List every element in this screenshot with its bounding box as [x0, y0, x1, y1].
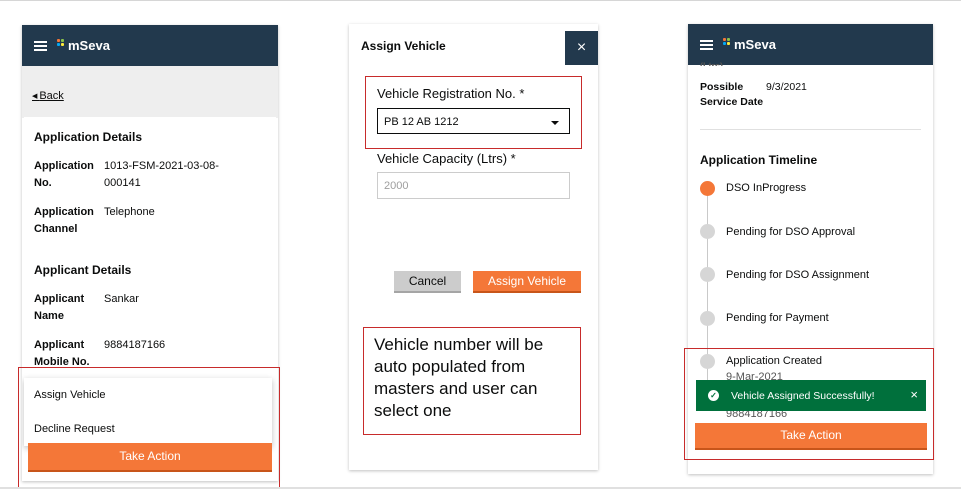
possible-service-date-value: 9/3/2021 [766, 81, 807, 93]
mseva-logo-icon [57, 39, 66, 48]
annotation-note: Vehicle number will be auto populated fr… [363, 327, 581, 435]
applicant-details-title: Applicant Details [34, 263, 132, 277]
app-logo-text: mSeva [734, 37, 776, 52]
hamburger-menu-icon[interactable] [34, 40, 47, 51]
highlight-success-toast [684, 348, 934, 460]
application-details-title: Application Details [34, 130, 143, 144]
applicant-mobile-value: 9884187166 [104, 339, 166, 351]
top-border [0, 0, 961, 1]
truncated-text: (Ltrs) [700, 61, 723, 66]
application-channel-value: Telephone [104, 206, 155, 218]
timeline-dot [700, 224, 715, 239]
assign-vehicle-button[interactable]: Assign Vehicle [473, 271, 581, 293]
timeline-dot [700, 267, 715, 282]
applicant-name-label: Applicant Name [34, 293, 85, 322]
highlight-vehicle-reg [365, 76, 582, 149]
vehicle-capacity-label: Vehicle Capacity (Ltrs) * [377, 151, 516, 166]
timeline-item-label: Pending for DSO Assignment [726, 269, 870, 281]
app-header: mSeva [688, 24, 933, 65]
section-divider [700, 129, 921, 130]
application-no-label: Application No. [34, 160, 94, 189]
bottom-border [0, 487, 961, 489]
application-channel-label: Application Channel [34, 206, 94, 235]
timeline-dot [700, 311, 715, 326]
timeline-item-label: Pending for DSO Approval [726, 226, 856, 238]
applicant-name-value: Sankar [104, 293, 139, 305]
timeline-item-label: Pending for Payment [726, 312, 829, 324]
timeline-title: Application Timeline [700, 153, 818, 167]
back-link[interactable]: ◀ Back [32, 90, 64, 102]
cancel-button[interactable]: Cancel [394, 271, 461, 293]
close-icon[interactable]: × [565, 31, 598, 65]
applicant-mobile-label: Applicant Mobile No. [34, 339, 90, 368]
app-logo-text: mSeva [68, 38, 110, 53]
dialog-title: Assign Vehicle [361, 39, 446, 53]
hamburger-menu-icon[interactable] [700, 39, 713, 50]
timeline-item-label: DSO InProgress [726, 182, 807, 194]
vehicle-capacity-input: 2000 [377, 172, 570, 199]
back-label: Back [39, 90, 64, 102]
app-header: mSeva [22, 25, 278, 66]
application-no-value: 1013-FSM-2021-03-08-000141 [104, 160, 219, 189]
highlight-take-action-menu [18, 367, 280, 488]
mseva-logo-icon [723, 38, 732, 47]
timeline-dot-active [700, 181, 715, 196]
possible-service-date-label: Possible Service Date [700, 81, 764, 108]
